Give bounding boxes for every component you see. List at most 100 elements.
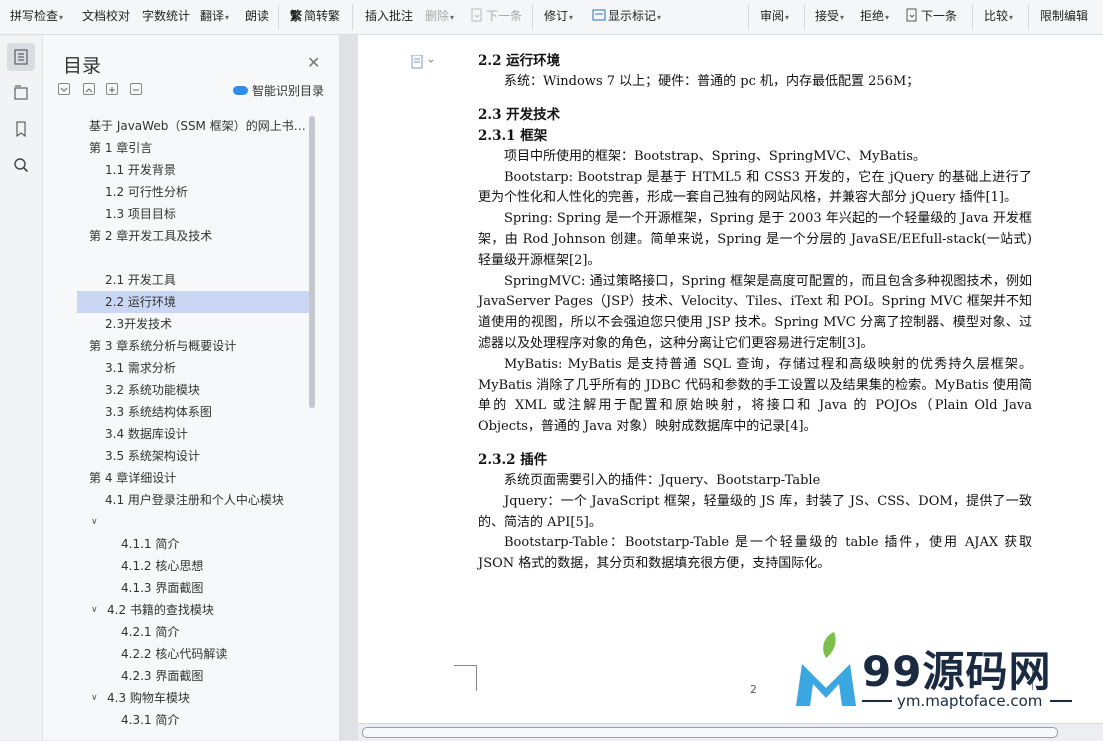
- smart-toc-button[interactable]: 智能识别目录: [233, 82, 324, 99]
- simplified-to-traditional-button[interactable]: 繁简转繁: [290, 7, 340, 25]
- chevron-down-icon[interactable]: ∨: [91, 599, 98, 621]
- toc-item-label: 第 1 章引言: [89, 141, 153, 155]
- watermark-brand: 99源码网: [862, 647, 1052, 696]
- spell-check-button[interactable]: 拼写检查▾: [10, 7, 63, 25]
- toc-item-label: 3.5 系统架构设计: [105, 449, 200, 463]
- chevron-down-icon[interactable]: ∨: [91, 687, 98, 709]
- expand-up-icon[interactable]: [83, 83, 95, 95]
- toc-item-label: 4.2 书籍的查找模块: [107, 603, 214, 617]
- scrollbar-thumb[interactable]: [362, 727, 1058, 738]
- toc-item[interactable]: 4.1.3 界面截图: [77, 577, 309, 599]
- track-changes-button[interactable]: 修订▾: [544, 7, 573, 25]
- compare-button[interactable]: 比较▾: [984, 7, 1013, 25]
- restrict-editing-button[interactable]: 限制编辑: [1040, 7, 1088, 25]
- toc-item[interactable]: 2.2 运行环境: [77, 291, 309, 313]
- document-outline-icon: [14, 49, 28, 65]
- toc-item-label: 4.3.1 简介: [121, 713, 180, 727]
- toc-item[interactable]: 3.2 系统功能模块: [77, 379, 309, 401]
- body-paragraph: MyBatis: MyBatis 是支持普通 SQL 查询，存储过程和高级映射的…: [478, 356, 1032, 435]
- body-paragraph: Bootstarp-Table：Bootstarp-Table 是一个轻量级的 …: [478, 535, 1032, 572]
- page-corner-left: [454, 665, 477, 691]
- toc-item[interactable]: 3.4 数据库设计: [77, 423, 309, 445]
- remove-heading-icon[interactable]: [130, 83, 142, 95]
- toc-item[interactable]: ∨第 1 章引言: [77, 137, 309, 159]
- toc-item[interactable]: 4.2.3 界面截图: [77, 665, 309, 687]
- toc-item[interactable]: 4.3.1 简介: [77, 709, 309, 731]
- next-change-button[interactable]: 下一条: [905, 7, 957, 25]
- toc-item[interactable]: 1.2 可行性分析: [77, 181, 309, 203]
- toc-item-label: 基于 JavaWeb（SSM 框架）的网上书…: [89, 119, 306, 133]
- toc-item[interactable]: 2.3开发技术: [77, 313, 309, 335]
- toc-panel-button[interactable]: [7, 43, 35, 71]
- add-heading-icon[interactable]: [106, 83, 118, 95]
- bookmark-button[interactable]: [7, 115, 35, 143]
- body-paragraph: 系统：Windows 7 以上；硬件：普通的 pc 机，内存最低配置 256M；: [504, 74, 920, 89]
- toc-item-label: 4.1.1 简介: [121, 537, 180, 551]
- body-paragraph: 项目中所使用的框架：Bootstrap、Spring、SpringMVC、MyB…: [504, 148, 926, 164]
- toc-item-label: 4.2.2 核心代码解读: [121, 647, 228, 661]
- toc-item[interactable]: ∨: [77, 511, 309, 533]
- toc-item[interactable]: 1.1 开发背景: [77, 159, 309, 181]
- watermark-logo-icon: [796, 632, 856, 706]
- toc-item[interactable]: ∨第 3 章系统分析与概要设计: [77, 335, 309, 357]
- review-pane-button[interactable]: 审阅▾: [760, 7, 789, 25]
- document-area: 2.2 运行环境系统：Windows 7 以上；硬件：普通的 pc 机，内存最低…: [340, 35, 1103, 740]
- delete-comment-button[interactable]: 删除▾: [425, 7, 454, 25]
- close-icon[interactable]: ✕: [307, 53, 320, 72]
- chevron-down-icon[interactable]: ∨: [91, 511, 98, 533]
- side-icon-bar: [0, 35, 43, 740]
- read-aloud-button[interactable]: 朗读: [245, 7, 269, 25]
- toc-item-label: 3.1 需求分析: [105, 361, 176, 375]
- toc-item[interactable]: [77, 247, 309, 269]
- collapse-all-icon[interactable]: [58, 83, 70, 95]
- next-doc-icon: [906, 8, 917, 22]
- toc-item-label: 3.2 系统功能模块: [105, 383, 200, 397]
- reject-button[interactable]: 拒绝▾: [860, 7, 889, 25]
- doc-proofread-button[interactable]: 文档校对: [82, 7, 130, 25]
- chapter-nav-button[interactable]: [7, 79, 35, 107]
- toc-panel: 目录 ✕ 智能识别目录 基于 JavaWeb（SSM 框架）的网上书…∨第 1 …: [43, 35, 340, 740]
- toc-item[interactable]: 4.2.1 简介: [77, 621, 309, 643]
- search-button[interactable]: [7, 151, 35, 179]
- toc-item[interactable]: 3.5 系统架构设计: [77, 445, 309, 467]
- next-comment-button[interactable]: 下一条: [470, 7, 522, 25]
- bookmark-icon: [16, 121, 26, 137]
- toc-item-label: 第 4 章详细设计: [89, 471, 177, 485]
- accept-button[interactable]: 接受▾: [815, 7, 844, 25]
- word-count-button[interactable]: 字数统计: [142, 7, 190, 25]
- toc-item[interactable]: 4.2.2 核心代码解读: [77, 643, 309, 665]
- toc-item[interactable]: 基于 JavaWeb（SSM 框架）的网上书…: [77, 115, 309, 137]
- document-body[interactable]: 2.2 运行环境系统：Windows 7 以上；硬件：普通的 pc 机，内存最低…: [478, 51, 1032, 575]
- paragraph-menu-icon[interactable]: [411, 55, 437, 69]
- watermark-url: ym.maptoface.com: [897, 692, 1043, 710]
- toc-item[interactable]: 3.3 系统结构体系图: [77, 401, 309, 423]
- toc-scrollbar[interactable]: [309, 116, 315, 408]
- toc-item[interactable]: 4.1.2 核心思想: [77, 555, 309, 577]
- toc-item[interactable]: ∨ 4.2 书籍的查找模块: [77, 599, 309, 621]
- toc-item-label: 4.3 购物车模块: [107, 691, 190, 705]
- horizontal-scrollbar[interactable]: [358, 723, 1103, 741]
- toc-item-label: 3.4 数据库设计: [105, 427, 188, 441]
- watermark-rule: [1050, 700, 1072, 702]
- toc-item[interactable]: ∨第 4 章详细设计: [77, 467, 309, 489]
- search-icon: [14, 158, 29, 173]
- translate-button[interactable]: 翻译▾: [200, 7, 229, 25]
- show-markup-button[interactable]: 显示标记▾: [592, 7, 661, 25]
- section-heading: 2.3.1 框架: [478, 127, 548, 144]
- toc-item[interactable]: 4.1.1 简介: [77, 533, 309, 555]
- toc-item[interactable]: 4.1 用户登录注册和个人中心模块: [77, 489, 309, 511]
- toc-item[interactable]: 2.1 开发工具: [77, 269, 309, 291]
- body-paragraph: SpringMVC: 通过策略接口，Spring 框架是高度可配置的，而且包含多…: [478, 273, 1032, 351]
- toc-item[interactable]: ∨ 4.3 购物车模块: [77, 687, 309, 709]
- toc-item-label: 4.1.2 核心思想: [121, 559, 204, 573]
- toc-item-label: 第 2 章开发工具及技术: [89, 229, 213, 243]
- toc-item[interactable]: 1.3 项目目标: [77, 203, 309, 225]
- toc-item[interactable]: ∨第 2 章开发工具及技术: [77, 225, 309, 247]
- body-paragraph: 系统页面需要引入的插件：Jquery、Bootstarp-Table: [504, 472, 821, 488]
- review-toolbar: 拼写检查▾ 文档校对 字数统计 翻译▾ 朗读 繁简转繁 插入批注 删除▾ 下一条…: [0, 0, 1103, 35]
- toc-item[interactable]: 3.1 需求分析: [77, 357, 309, 379]
- watermark-rule: [862, 700, 892, 702]
- insert-comment-button[interactable]: 插入批注: [365, 7, 413, 25]
- section-heading: 2.2 运行环境: [478, 53, 561, 69]
